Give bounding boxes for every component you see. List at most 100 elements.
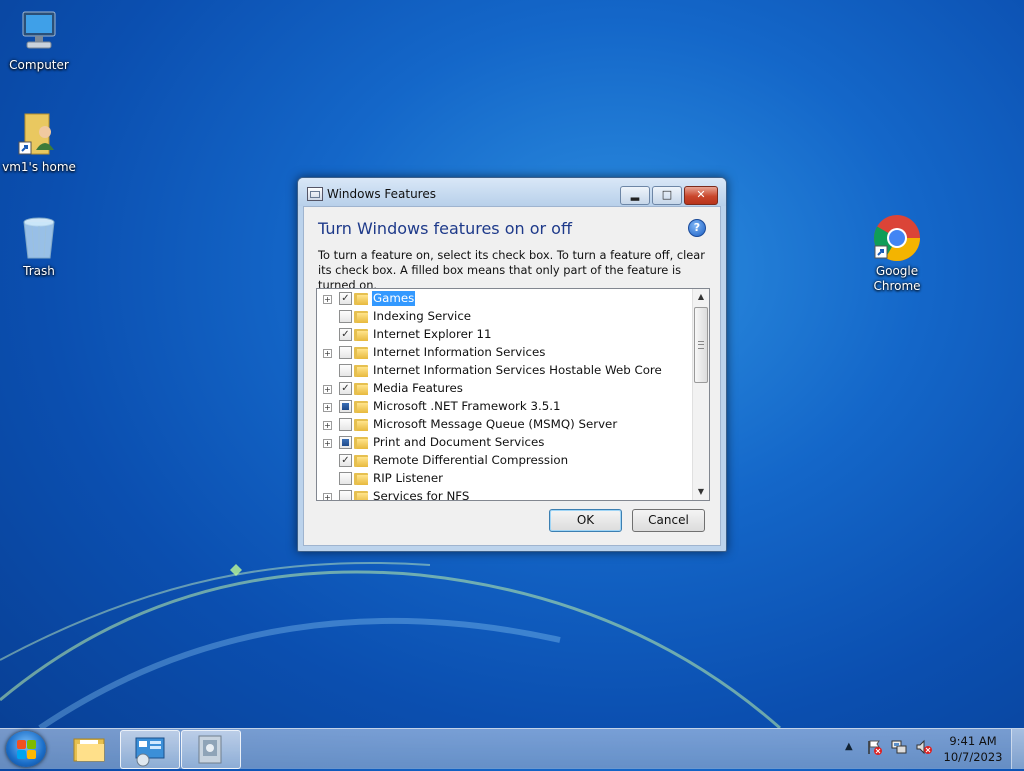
network-icon[interactable] (891, 739, 907, 755)
scroll-up-arrow-icon[interactable]: ▲ (693, 289, 709, 305)
scroll-down-arrow-icon[interactable]: ▼ (693, 484, 709, 500)
feature-row[interactable]: + Microsoft .NET Framework 3.5.1 (317, 398, 692, 416)
feature-name: Microsoft Message Queue (MSMQ) Server (373, 417, 618, 431)
feature-checkbox[interactable] (339, 400, 352, 413)
features-list: + ✓ Games Indexing Service ✓ Internet Explore… (317, 289, 692, 500)
feature-checkbox[interactable] (339, 418, 352, 431)
folder-icon (354, 329, 368, 341)
desktop-icon-computer[interactable]: Computer (0, 8, 81, 73)
feature-name: Internet Information Services Hostable W… (373, 363, 662, 377)
folder-icon (354, 365, 368, 377)
expand-plus-icon[interactable]: + (323, 403, 332, 412)
feature-row[interactable]: + ✓ Media Features (317, 380, 692, 398)
feature-row[interactable]: + Microsoft Message Queue (MSMQ) Server (317, 416, 692, 434)
show-hidden-icons-icon[interactable]: ▲ (845, 741, 853, 752)
dialog-description: To turn a feature on, select its check b… (318, 248, 705, 292)
folder-icon (354, 473, 368, 485)
features-tree[interactable]: + ✓ Games Indexing Service ✓ Internet Explore… (316, 288, 710, 501)
windows-logo-icon (17, 740, 26, 749)
feature-row[interactable]: ✓ Internet Explorer 11 (317, 326, 692, 344)
feature-checkbox[interactable] (339, 436, 352, 449)
windows-features-dialog: Windows Features ▂ □ ✕ Turn Windows feat… (297, 177, 727, 552)
taskbar-app[interactable] (181, 730, 241, 769)
feature-row[interactable]: ✓ Remote Differential Compression (317, 452, 692, 470)
folder-icon (354, 293, 368, 305)
desktop-icon-home[interactable]: vm1's home (0, 110, 81, 175)
grip-icon (698, 341, 704, 349)
expand-plus-icon[interactable]: + (323, 439, 332, 448)
feature-name: Print and Document Services (373, 435, 545, 449)
desktop-icon-label: vm1's home (2, 160, 76, 174)
window-title: Windows Features (327, 187, 436, 201)
dialog-heading: Turn Windows features on or off (318, 219, 572, 238)
windows-logo-quadrant (27, 740, 36, 749)
taskbar-windows-features[interactable] (120, 730, 180, 769)
maximize-icon: □ (661, 188, 673, 201)
vertical-scrollbar[interactable]: ▲ ▼ (692, 289, 709, 500)
feature-row[interactable]: Indexing Service (317, 308, 692, 326)
feature-checkbox[interactable] (339, 472, 352, 485)
dialog-content: Turn Windows features on or off ? To tur… (303, 206, 721, 546)
feature-checkbox[interactable]: ✓ (339, 328, 352, 341)
feature-name: Microsoft .NET Framework 3.5.1 (373, 399, 561, 413)
minimize-button[interactable]: ▂ (620, 186, 650, 205)
feature-row[interactable]: + ✓ Games (317, 290, 692, 308)
folder-icon (354, 437, 368, 449)
program-icon (198, 735, 222, 764)
computer-icon (15, 8, 63, 56)
feature-checkbox[interactable]: ✓ (339, 382, 352, 395)
folder-icon (354, 311, 368, 323)
volume-muted-icon[interactable] (916, 739, 932, 755)
folder-icon (354, 401, 368, 413)
feature-name: Media Features (373, 381, 463, 395)
ok-button[interactable]: OK (549, 509, 622, 532)
expand-plus-icon[interactable]: + (323, 421, 332, 430)
desktop-icon-label: Trash (23, 264, 55, 278)
windows-logo-quadrant (27, 750, 36, 759)
clock-date: 10/7/2023 (943, 750, 1003, 764)
feature-row[interactable]: + Services for NFS (317, 488, 692, 500)
cancel-button[interactable]: Cancel (632, 509, 705, 532)
desktop-icon-trash[interactable]: Trash (0, 214, 81, 279)
desktop-icon-chrome[interactable]: Google Chrome (855, 214, 939, 294)
expand-plus-icon[interactable]: + (323, 385, 332, 394)
close-icon: ✕ (696, 188, 706, 201)
folder-icon (354, 455, 368, 467)
user-folder-icon (15, 110, 63, 158)
feature-row[interactable]: Internet Information Services Hostable W… (317, 362, 692, 380)
feature-row[interactable]: + Internet Information Services (317, 344, 692, 362)
expand-plus-icon[interactable]: + (323, 349, 332, 358)
feature-name: Internet Explorer 11 (373, 327, 492, 341)
title-bar[interactable]: Windows Features ▂ □ ✕ (298, 178, 726, 206)
scroll-thumb[interactable] (694, 307, 708, 383)
expand-plus-icon[interactable]: + (323, 493, 332, 500)
feature-checkbox[interactable]: ✓ (339, 454, 352, 467)
show-desktop-button[interactable] (1011, 729, 1024, 769)
system-clock[interactable]: 9:41 AM 10/7/2023 (940, 733, 1006, 765)
feature-checkbox[interactable]: ✓ (339, 292, 352, 305)
expand-plus-icon[interactable]: + (323, 295, 332, 304)
help-icon[interactable]: ? (688, 219, 706, 237)
recycle-bin-icon (15, 214, 63, 262)
feature-name: Internet Information Services (373, 345, 546, 359)
feature-checkbox[interactable] (339, 310, 352, 323)
feature-checkbox[interactable] (339, 364, 352, 377)
taskbar: ▲ 9:41 AM 10/7/2023 (0, 728, 1024, 769)
feature-checkbox[interactable] (339, 490, 352, 500)
window-app-icon (307, 187, 323, 201)
close-button[interactable]: ✕ (684, 186, 718, 205)
maximize-button[interactable]: □ (652, 186, 682, 205)
flag-icon[interactable] (866, 739, 882, 755)
feature-row[interactable]: + Print and Document Services (317, 434, 692, 452)
folder-icon (354, 419, 368, 431)
minimize-icon: ▂ (630, 188, 640, 201)
chrome-icon (873, 214, 921, 262)
control-panel-icon (135, 737, 165, 767)
desktop-icon-label: Google Chrome (873, 264, 921, 293)
start-button[interactable] (6, 731, 46, 767)
feature-row[interactable]: RIP Listener (317, 470, 692, 488)
clock-time: 9:41 AM (949, 734, 997, 748)
folder-icon (354, 347, 368, 359)
feature-checkbox[interactable] (339, 346, 352, 359)
taskbar-explorer[interactable] (60, 730, 118, 767)
